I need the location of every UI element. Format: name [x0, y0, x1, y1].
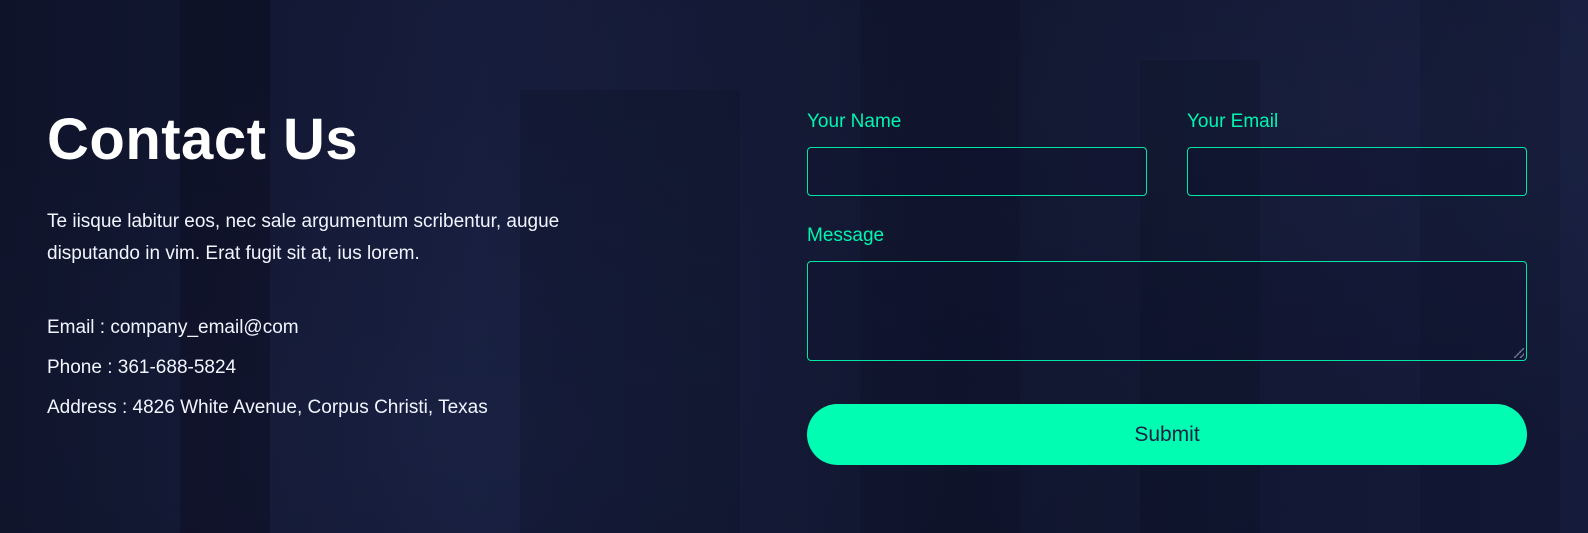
name-label: Your Name: [807, 111, 902, 132]
message-label: Message: [807, 225, 885, 246]
page-title: Contact Us: [47, 107, 359, 172]
message-field-group: Message: [807, 222, 1527, 361]
contact-details: Email : company_email@com Phone : 361-68…: [47, 308, 607, 428]
contact-email: Email : company_email@com: [47, 316, 299, 338]
resize-handle-icon[interactable]: [1514, 348, 1524, 358]
contact-description: Te iisque labitur eos, nec sale argument…: [47, 210, 560, 264]
contact-info: Contact Us Te iisque labitur eos, nec sa…: [47, 108, 607, 428]
contact-form: Your Name Your Email Message Submit: [807, 108, 1527, 465]
contact-section: Contact Us Te iisque labitur eos, nec sa…: [0, 0, 1588, 533]
name-email-row: Your Name Your Email: [807, 108, 1527, 196]
email-field-group: Your Email: [1187, 108, 1527, 196]
submit-button[interactable]: Submit: [807, 404, 1527, 465]
name-field-group: Your Name: [807, 108, 1147, 196]
name-input[interactable]: [807, 147, 1147, 196]
contact-address: Address : 4826 White Avenue, Corpus Chri…: [47, 396, 488, 418]
contact-phone: Phone : 361-688-5824: [47, 356, 237, 378]
message-textarea[interactable]: [807, 261, 1527, 361]
email-input[interactable]: [1187, 147, 1527, 196]
email-label: Your Email: [1187, 111, 1279, 132]
